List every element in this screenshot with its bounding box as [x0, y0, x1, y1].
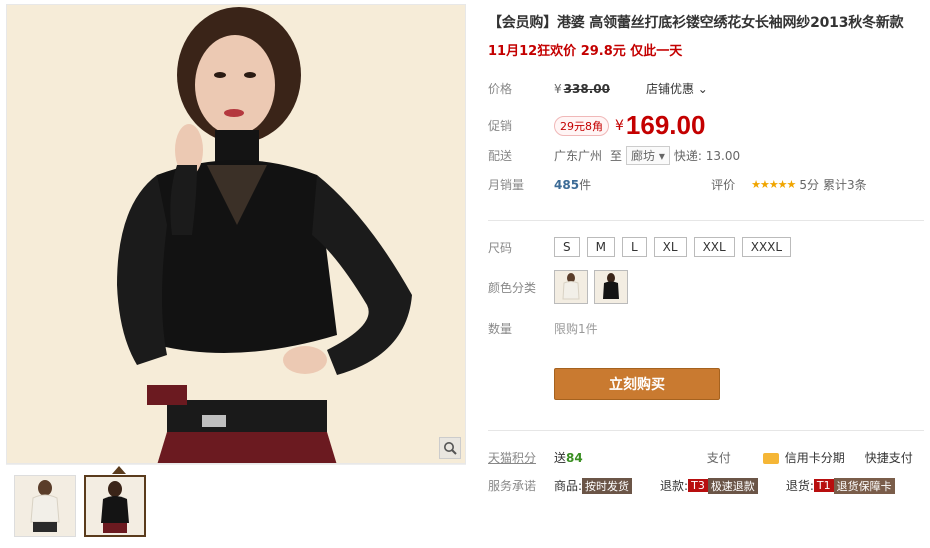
bottom-divider: [488, 430, 924, 431]
promotion-row: 促销 29元8角 ¥ 169.00: [488, 110, 705, 141]
credit-installment-label: 信用卡分期: [784, 451, 845, 465]
points-value: 84: [566, 450, 583, 465]
size-row: 尺码 S M L XL XXL XXXL: [488, 237, 792, 257]
current-price: 169.00: [625, 110, 706, 140]
current-currency-symbol: ¥: [615, 117, 624, 134]
goods-label: 商品:: [554, 479, 583, 493]
dropdown-arrow-icon: ▾: [655, 149, 665, 163]
discount-badge: 29元8角: [554, 115, 609, 136]
quantity-row: 数量 限购1件: [488, 320, 598, 337]
product-title: 【会员购】港婆 高领蕾丝打底衫镂空绣花女长袖网纱2013秋冬新款: [488, 15, 904, 31]
color-swatch-black[interactable]: [594, 270, 628, 304]
size-option-xxxl[interactable]: XXXL: [741, 237, 792, 257]
color-label: 颜色分类: [488, 280, 537, 295]
shipping-row: 配送 广东广州 至 廊坊 ▾ 快递: 13.00: [488, 146, 740, 165]
sales-row: 月销量 485 件 评价 ★★★★★ 5分 累计3条: [488, 176, 924, 193]
shipping-label: 配送: [488, 149, 513, 163]
sales-label: 月销量: [488, 178, 525, 192]
thumbnail-black[interactable]: [84, 475, 146, 537]
zoom-icon[interactable]: [439, 437, 461, 459]
points-row: 天猫积分 送 84 支付 信用卡分期 快捷支付: [488, 449, 924, 466]
ship-to-word: 至: [610, 149, 623, 163]
ship-from: 广东广州: [554, 149, 603, 163]
thumbnail-strip: [14, 475, 146, 537]
size-label: 尺码: [488, 240, 513, 255]
size-option-s[interactable]: S: [554, 237, 580, 257]
size-option-xl[interactable]: XL: [653, 237, 687, 257]
return-tag[interactable]: 退货保障卡: [833, 477, 895, 494]
credit-card-icon: [762, 453, 779, 464]
product-info: 【会员购】港婆 高领蕾丝打底衫镂空绣花女长袖网纱2013秋冬新款 11月12狂欢…: [488, 12, 924, 59]
refund-tag[interactable]: 极速退款: [707, 477, 758, 494]
rating-label: 评价: [711, 178, 736, 192]
goods-tag[interactable]: 按时发货: [582, 477, 633, 494]
thumbnail-divider: [6, 464, 466, 465]
chevron-down-icon: ⌄: [693, 82, 708, 96]
sales-unit: 件: [579, 178, 592, 192]
express-fee: 快递: 13.00: [673, 149, 741, 163]
thumbnail-white[interactable]: [14, 475, 76, 537]
promotion-label: 促销: [488, 119, 513, 133]
price-row: 价格 ¥ 338.00 店铺优惠 ⌄: [488, 80, 708, 97]
original-price: 338.00: [563, 81, 610, 96]
price-label: 价格: [488, 82, 513, 96]
refund-label: 退款:: [660, 479, 689, 493]
model-illustration: [7, 5, 465, 463]
size-option-l[interactable]: L: [621, 237, 647, 257]
refund-code: T3: [688, 479, 708, 492]
rating-score: 5分: [799, 178, 820, 192]
return-label: 退货:: [785, 479, 814, 493]
points-label[interactable]: 天猫积分: [488, 449, 554, 466]
main-product-image[interactable]: [6, 4, 466, 464]
currency-symbol: ¥: [554, 81, 562, 96]
size-option-xxl[interactable]: XXL: [693, 237, 735, 257]
rating-stars-icon: ★★★★★: [751, 178, 796, 191]
purchase-limit: 限购1件: [554, 322, 598, 336]
sales-count: 485: [554, 177, 580, 192]
destination-select[interactable]: 廊坊 ▾: [626, 146, 670, 165]
service-row: 服务承诺 商品: 按时发货 退款: T3 极速退款 退货: T1 退货保障卡: [488, 477, 924, 494]
color-row: 颜色分类: [488, 270, 634, 304]
destination-value: 廊坊: [631, 149, 656, 163]
buy-now-button[interactable]: 立刻购买: [554, 368, 720, 400]
service-label: 服务承诺: [488, 479, 537, 493]
size-options: S M L XL XXL XXXL: [554, 237, 792, 257]
section-divider: [488, 220, 924, 221]
size-option-m[interactable]: M: [586, 237, 615, 257]
store-promo-label: 店铺优惠: [645, 82, 694, 96]
active-thumb-arrow: [112, 466, 126, 474]
payment-label: 支付: [706, 451, 731, 465]
quick-pay[interactable]: 快捷支付: [865, 449, 913, 466]
color-swatch-white[interactable]: [554, 270, 588, 304]
review-count[interactable]: 累计3条: [823, 176, 867, 193]
store-promo-dropdown[interactable]: 店铺优惠 ⌄: [646, 80, 708, 97]
credit-installment[interactable]: 信用卡分期: [762, 449, 845, 466]
promo-text: 11月12狂欢价 29.8元 仅此一天: [488, 44, 683, 59]
quantity-label: 数量: [488, 322, 513, 336]
points-prefix: 送: [554, 451, 567, 465]
return-code: T1: [813, 479, 834, 492]
